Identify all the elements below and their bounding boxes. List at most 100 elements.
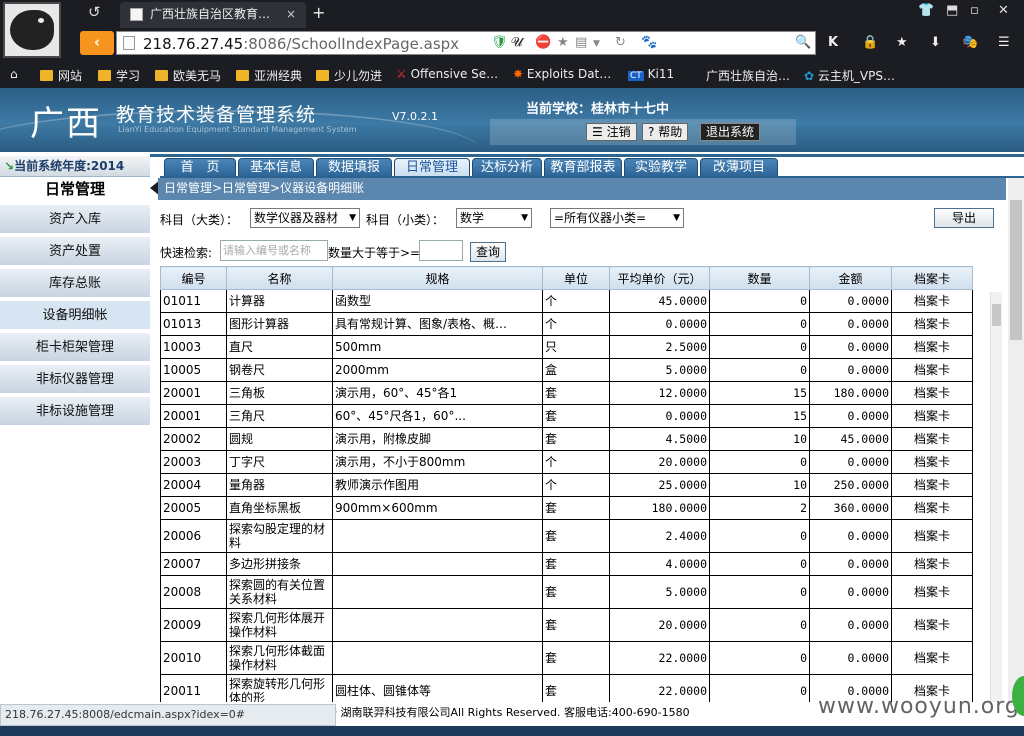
reload-tab-icon[interactable]: ↺	[88, 3, 101, 21]
exit-system-button[interactable]: 退出系统	[700, 123, 761, 141]
mask-icon[interactable]: 🎭	[962, 35, 978, 50]
sidebar-item-nonstandard-instruments[interactable]: 非标仪器管理	[0, 364, 150, 394]
star-icon[interactable]: ★	[557, 35, 569, 50]
url-input[interactable]: 218.76.27.45:8086/SchoolIndexPage.aspx 🛡…	[116, 31, 816, 55]
shirt-icon[interactable]: 👕	[918, 3, 934, 18]
paw-search-icon[interactable]: 🐾	[641, 35, 657, 50]
tab-basic-info[interactable]: 基本信息	[238, 158, 314, 177]
tab-lab-teaching[interactable]: 实验教学	[624, 158, 698, 177]
col-header-quantity[interactable]: 数量	[709, 266, 810, 290]
menu-icon[interactable]: ☰	[998, 35, 1010, 50]
page-options-icon[interactable]: ▤	[575, 35, 587, 50]
cell-code: 20002	[160, 427, 227, 451]
col-header-avg-price[interactable]: 平均单价（元）	[609, 266, 710, 290]
page-scrollbar-thumb[interactable]	[1010, 200, 1022, 340]
user-agent-icon[interactable]: 𝓤	[511, 35, 523, 50]
instrument-subclass-select[interactable]: =所有仪器小类= ▼	[550, 208, 684, 228]
file-card-link[interactable]: 档案卡	[891, 381, 973, 405]
file-card-link[interactable]: 档案卡	[891, 358, 973, 382]
site-header: 广西 教育技术装备管理系统 LianYi Education Equipment…	[0, 88, 1024, 152]
tab-ministry-reports[interactable]: 教育部报表	[544, 158, 622, 177]
bookmark-folder[interactable]: 网站	[40, 67, 82, 84]
cell-spec: 演示用，不小于800mm	[332, 450, 543, 474]
file-card-link[interactable]: 档案卡	[891, 427, 973, 451]
query-button[interactable]: 查询	[470, 242, 506, 262]
bookmark-folder[interactable]: 少儿勿进	[316, 67, 382, 84]
k-icon[interactable]: K	[828, 35, 838, 50]
breadcrumb: 日常管理>日常管理>仪器设备明细账	[158, 178, 1006, 200]
cell-avg-price: 5.0000	[609, 575, 710, 609]
export-button[interactable]: 导出	[934, 208, 994, 228]
sidebar-item-inventory-ledger[interactable]: 库存总账	[0, 268, 150, 298]
cell-avg-price: 4.5000	[609, 427, 710, 451]
browser-tab[interactable]: 广西壮族自治区教育… ×	[120, 2, 306, 28]
file-card-link[interactable]: 档案卡	[891, 335, 973, 359]
category-minor-select[interactable]: 数学 ▼	[456, 208, 532, 228]
bookmark-folder[interactable]: 亚洲经典	[236, 67, 302, 84]
tab-improvement-projects[interactable]: 改薄项目	[700, 158, 778, 177]
tab-compliance-analysis[interactable]: 达标分析	[472, 158, 542, 177]
bookmark-star-icon[interactable]: ★	[896, 35, 908, 50]
refresh-icon[interactable]: ↻	[615, 35, 626, 50]
file-card-link[interactable]: 档案卡	[891, 519, 973, 553]
file-card-link[interactable]: 档案卡	[891, 552, 973, 576]
bookmark-link[interactable]: CT Ki11	[628, 67, 674, 81]
profile-avatar[interactable]	[3, 2, 61, 58]
col-header-name[interactable]: 名称	[226, 266, 333, 290]
file-card-link[interactable]: 档案卡	[891, 496, 973, 520]
file-card-link[interactable]: 档案卡	[891, 312, 973, 336]
quantity-min-input[interactable]	[419, 240, 463, 261]
sidebar-item-nonstandard-facilities[interactable]: 非标设施管理	[0, 396, 150, 426]
tab-close-icon[interactable]: ×	[286, 2, 296, 26]
dropdown-arrow-icon[interactable]: ▼	[593, 39, 600, 49]
header-divider	[150, 154, 1024, 157]
col-header-amount[interactable]: 金额	[809, 266, 892, 290]
col-header-spec[interactable]: 规格	[332, 266, 543, 290]
cell-code: 20003	[160, 450, 227, 474]
cell-avg-price: 22.0000	[609, 641, 710, 675]
col-header-unit[interactable]: 单位	[542, 266, 610, 290]
file-card-link[interactable]: 档案卡	[891, 473, 973, 497]
file-card-link[interactable]: 档案卡	[891, 450, 973, 474]
bookmark-link[interactable]: ✸ Exploits Dat…	[513, 67, 611, 81]
sidebar-item-asset-in[interactable]: 资产入库	[0, 204, 150, 234]
cell-amount: 45.0000	[809, 427, 892, 451]
home-icon[interactable]: ⌂	[10, 67, 18, 81]
bookmark-folder[interactable]: 学习	[98, 67, 140, 84]
logout-button[interactable]: ☰ 注销	[586, 123, 637, 141]
sidebar-item-asset-disposal[interactable]: 资产处置	[0, 236, 150, 266]
lock-icon[interactable]: 🔒	[862, 35, 878, 50]
col-header-file-card[interactable]: 档案卡	[891, 266, 973, 290]
tab-daily-management[interactable]: 日常管理	[394, 158, 470, 177]
bookmark-link[interactable]: ⚔ Offensive Se…	[396, 67, 498, 81]
page-scrollbar[interactable]	[1008, 178, 1024, 706]
bookmark-link[interactable]: 广西壮族自治…	[706, 67, 790, 84]
file-card-link[interactable]: 档案卡	[891, 641, 973, 675]
sidebar-item-cabinet-management[interactable]: 柜卡柜架管理	[0, 332, 150, 362]
sidebar-item-equipment-detail[interactable]: 设备明细帐	[0, 300, 150, 330]
minimize-icon[interactable]: ▫	[970, 3, 979, 18]
new-tab-button[interactable]: +	[312, 3, 325, 22]
block-icon[interactable]: ⛔	[535, 35, 551, 50]
table-scrollbar-thumb[interactable]	[992, 304, 1001, 326]
file-card-link[interactable]: 档案卡	[891, 608, 973, 642]
help-button[interactable]: ? 帮助	[642, 123, 689, 141]
back-button[interactable]: ‹	[80, 31, 114, 55]
shield-icon[interactable]: 🛡	[491, 35, 508, 50]
file-card-link[interactable]: 档案卡	[891, 289, 973, 313]
bookmark-link[interactable]: ✿ 云主机_VPS…	[804, 67, 895, 84]
file-card-link[interactable]: 档案卡	[891, 575, 973, 609]
close-window-icon[interactable]: ✕	[998, 3, 1009, 18]
table-scrollbar[interactable]	[990, 292, 1002, 702]
search-input[interactable]: 请输入编号或名称	[220, 240, 328, 261]
download-icon[interactable]: ⬇	[930, 35, 941, 50]
category-major-select[interactable]: 数学仪器及器材 ▼	[250, 208, 360, 228]
browser-status-url: 218.76.27.45:8008/edcmain.aspx?idex=0#	[0, 704, 336, 726]
bookmark-folder[interactable]: 欧美无马	[155, 67, 221, 84]
col-header-code[interactable]: 编号	[160, 266, 227, 290]
file-card-link[interactable]: 档案卡	[891, 404, 973, 428]
tab-data-entry[interactable]: 数据填报	[316, 158, 392, 177]
restore-icon[interactable]: ⬒	[946, 3, 958, 18]
tab-home[interactable]: 首 页	[164, 158, 236, 177]
search-icon[interactable]: 🔍	[795, 35, 811, 50]
